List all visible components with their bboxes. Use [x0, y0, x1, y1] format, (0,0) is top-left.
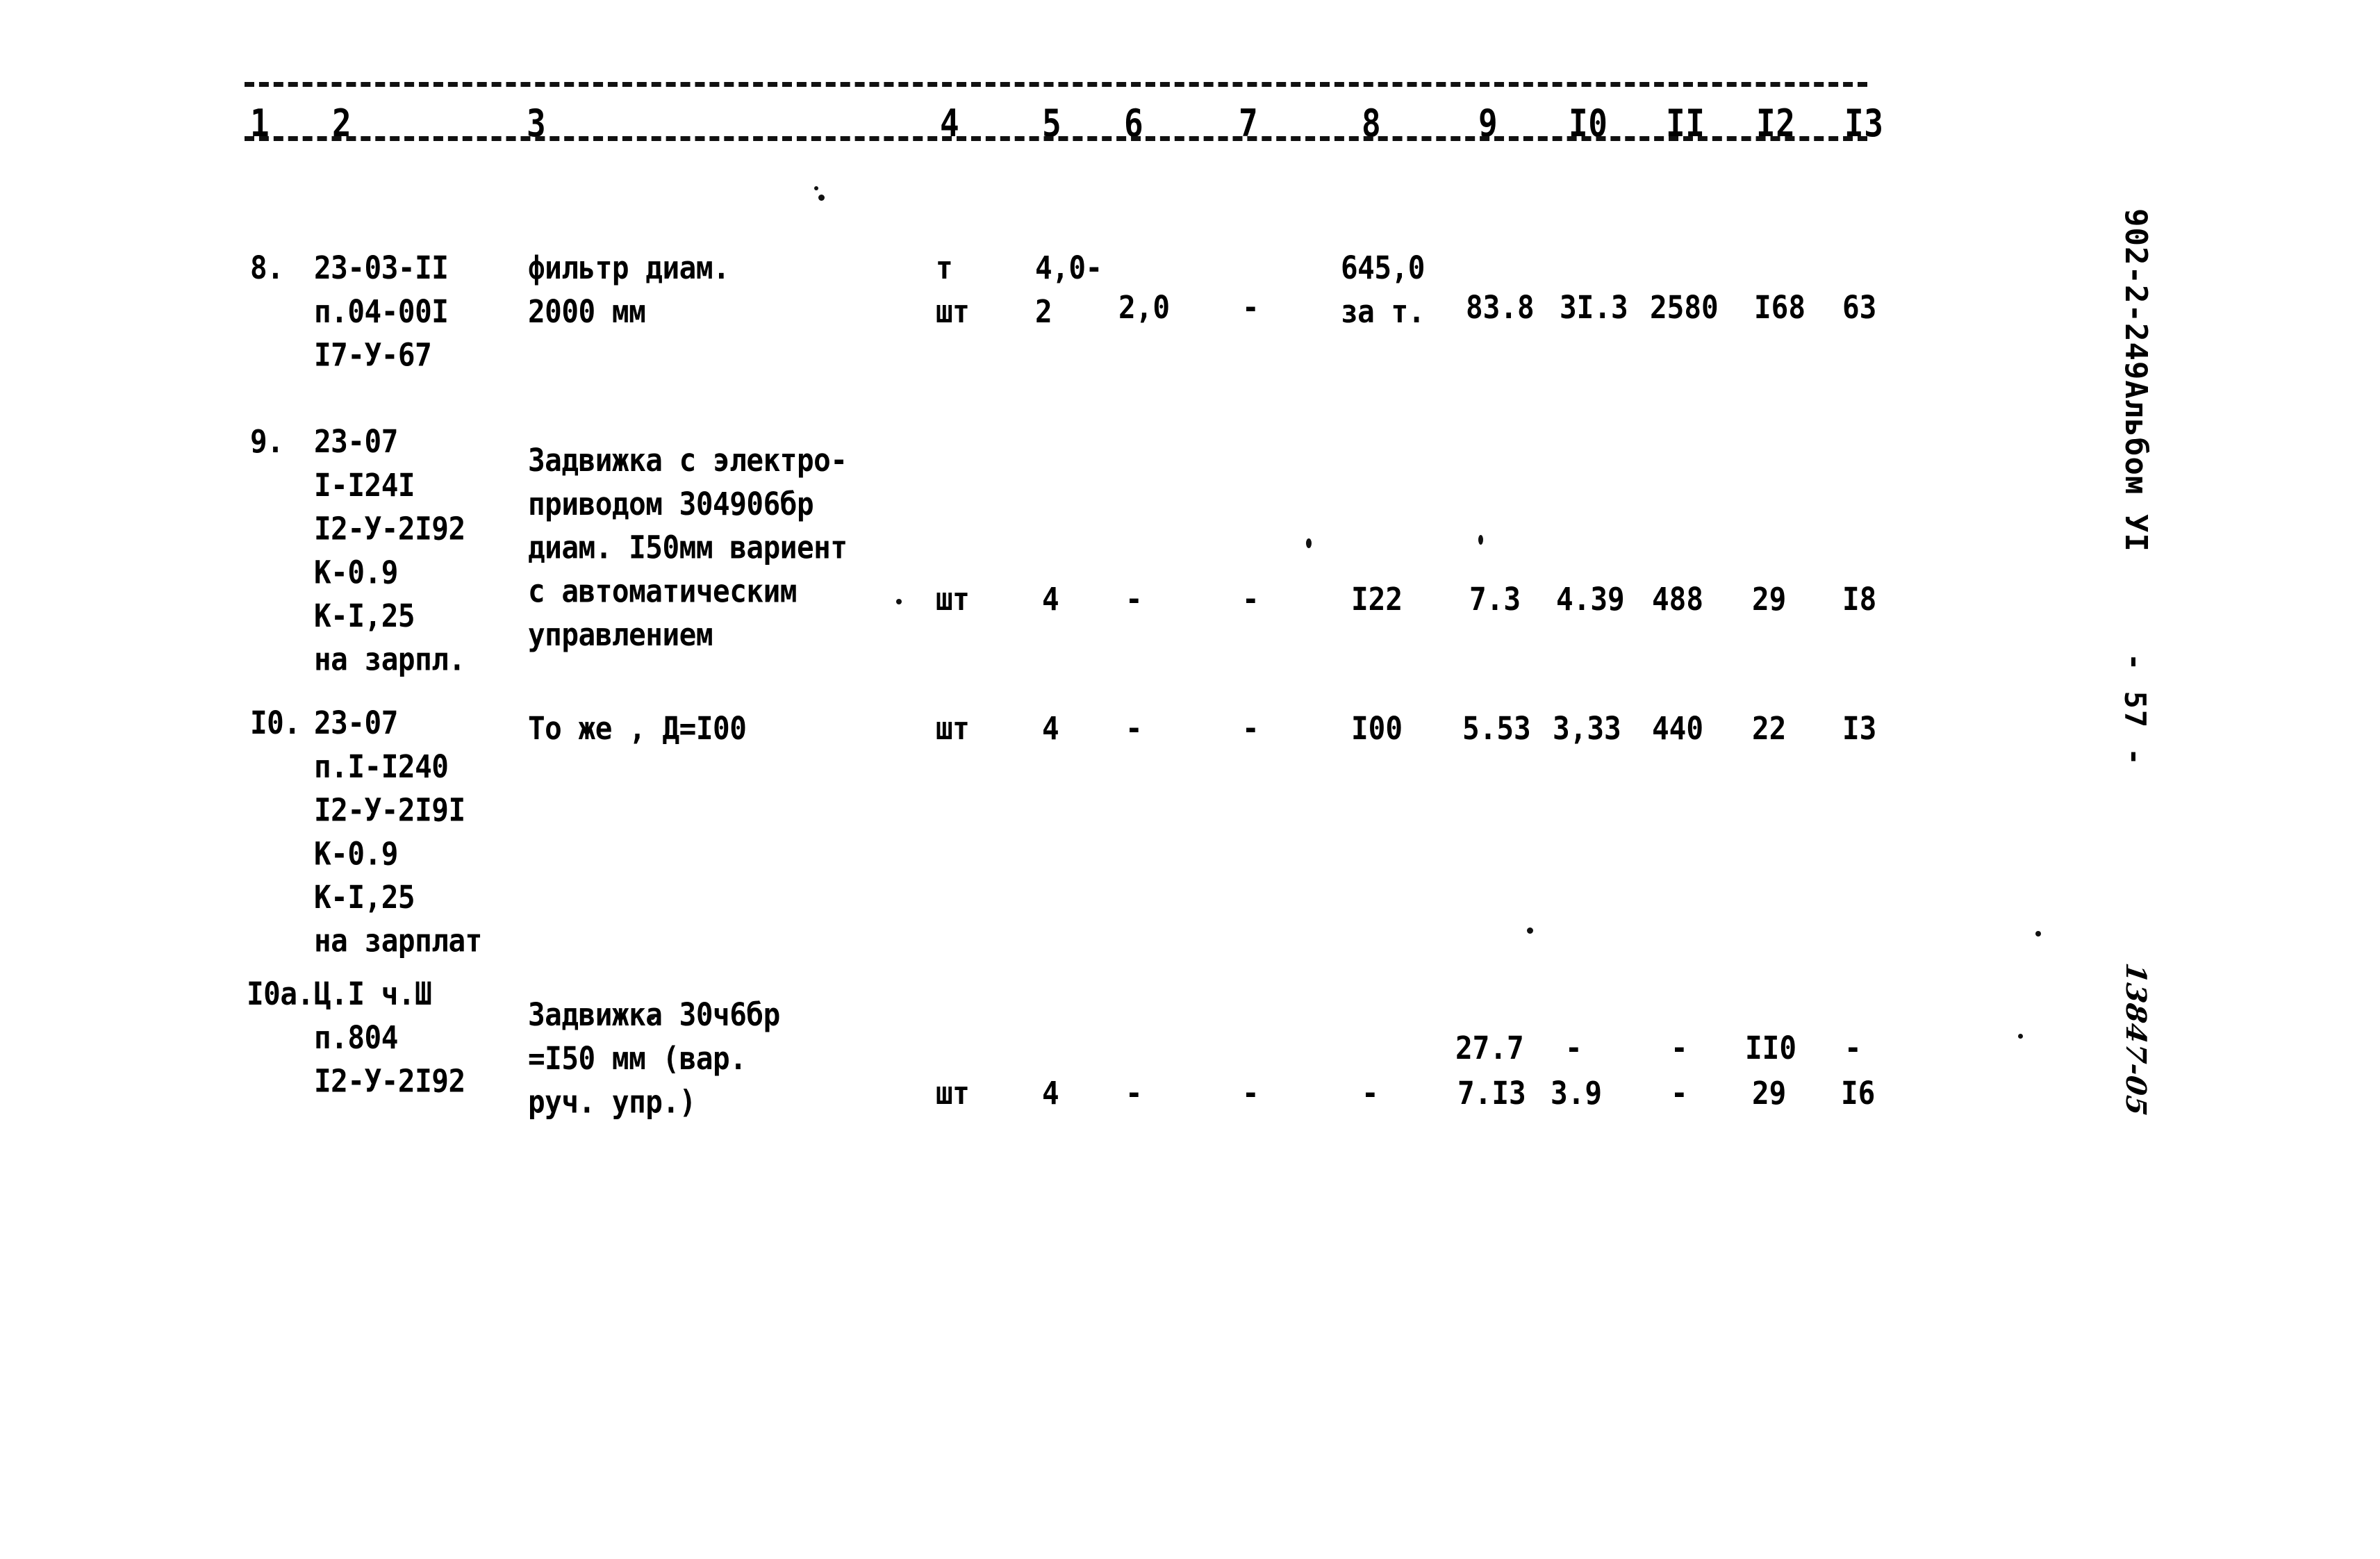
row-10a-col8: - — [1362, 1075, 1379, 1112]
row-10-code: 23-07 п.I-I240 I2-У-2I9I К-0.9 К-I,25 на… — [314, 704, 482, 959]
row-10-col5: 4 — [1042, 710, 1059, 748]
row-8-col13: 63 — [1842, 289, 1877, 327]
row-10a-col5: 4 — [1042, 1075, 1059, 1112]
row-10a-description: Задвижка 30ч6бр =I50 мм (вар. руч. упр.) — [528, 996, 780, 1121]
row-8-col12: I68 — [1754, 289, 1806, 327]
row-10a-col10-top: - — [1565, 1030, 1582, 1067]
row-9-unit: шт — [936, 581, 970, 618]
row-9-col12: 29 — [1752, 581, 1787, 618]
row-10a-col11-top: - — [1671, 1030, 1688, 1067]
row-8-number: 8. — [250, 249, 284, 287]
row-9-col8: I22 — [1351, 581, 1403, 618]
row-10-col10: 3,33 — [1553, 710, 1621, 748]
scan-speck — [2035, 931, 2041, 937]
row-9-col7: - — [1242, 581, 1259, 618]
row-10-description: То же , Д=I00 — [528, 710, 747, 748]
row-10a-unit: шт — [936, 1075, 970, 1112]
scan-speck — [818, 195, 825, 201]
scan-speck — [814, 186, 818, 190]
row-10a-number: I0a. — [247, 975, 314, 1013]
margin-handwritten-number: 13847-05 — [2119, 961, 2152, 1119]
scan-speck — [650, 1014, 655, 1020]
row-10-col13: I3 — [1842, 710, 1877, 748]
row-10a-col12-top: II0 — [1745, 1030, 1797, 1067]
row-10a-col13-bottom: I6 — [1841, 1075, 1876, 1112]
row-10a-col11-bottom: - — [1671, 1075, 1688, 1112]
row-10-col8: I00 — [1351, 710, 1403, 748]
row-10a-code: Ц.I ч.Ш п.804 I2-У-2I92 — [314, 975, 465, 1100]
row-9-number: 9. — [250, 423, 284, 461]
row-10a-col13-top: - — [1844, 1030, 1862, 1067]
row-9-col6: - — [1125, 581, 1143, 618]
row-8-col5: 4,0- 2 — [1035, 249, 1102, 330]
row-8-col6: 2,0 — [1118, 289, 1171, 327]
row-10a-col12-bottom: 29 — [1752, 1075, 1787, 1112]
row-8-col8: 645,0 за т. — [1341, 249, 1425, 330]
row-10-col12: 22 — [1752, 710, 1787, 748]
header-rule-bottom — [245, 136, 1867, 141]
scan-speck — [2018, 1034, 2023, 1039]
row-8-code: 23-03-II п.04-00I I7-У-67 — [314, 249, 449, 374]
row-9-col10: 4.39 — [1556, 581, 1625, 618]
row-9-col11: 488 — [1652, 581, 1704, 618]
row-10-number: I0. — [250, 704, 301, 742]
row-10-col11: 440 — [1652, 710, 1704, 748]
margin-album-code: 902-2-249Альбом УI — [2118, 208, 2154, 552]
row-8-col9: 83.8 — [1466, 289, 1535, 327]
scan-speck — [1306, 538, 1312, 548]
row-10a-col9-top: 27.7 — [1455, 1030, 1524, 1067]
row-10-col6: - — [1125, 710, 1143, 748]
row-8-description: фильтр диам. 2000 мм — [528, 249, 730, 330]
row-9-col5: 4 — [1042, 581, 1059, 618]
row-8-col11: 2580 — [1650, 289, 1719, 327]
row-8-col7: - — [1242, 289, 1259, 327]
scan-speck — [1527, 927, 1533, 934]
row-8-col10: 3I.3 — [1560, 289, 1628, 327]
row-10a-col9-bottom: 7.I3 — [1457, 1075, 1526, 1112]
row-10a-col6: - — [1125, 1075, 1143, 1112]
scan-speck — [896, 599, 902, 604]
header-rule-top — [245, 82, 1867, 87]
scanned-page: 1 2 3 4 5 6 7 8 9 I0 II I2 I3 8. 23-03-I… — [0, 0, 2380, 1559]
row-8-unit: т шт — [936, 249, 970, 330]
row-10a-col10-bottom: 3.9 — [1551, 1075, 1603, 1112]
row-9-col13: I8 — [1842, 581, 1877, 618]
scan-speck — [1478, 535, 1483, 545]
margin-page-number: - 57 - — [2118, 653, 2152, 767]
row-10-col7: - — [1242, 710, 1259, 748]
row-9-description: Задвижка с электро- приводом 304906бр ди… — [528, 442, 848, 653]
row-10-unit: шт — [936, 710, 970, 748]
row-9-col9: 7.3 — [1469, 581, 1521, 618]
row-9-code: 23-07 I-I24I I2-У-2I92 К-0.9 К-I,25 на з… — [314, 423, 465, 678]
row-10a-col7: - — [1242, 1075, 1259, 1112]
row-10-col9: 5.53 — [1462, 710, 1531, 748]
